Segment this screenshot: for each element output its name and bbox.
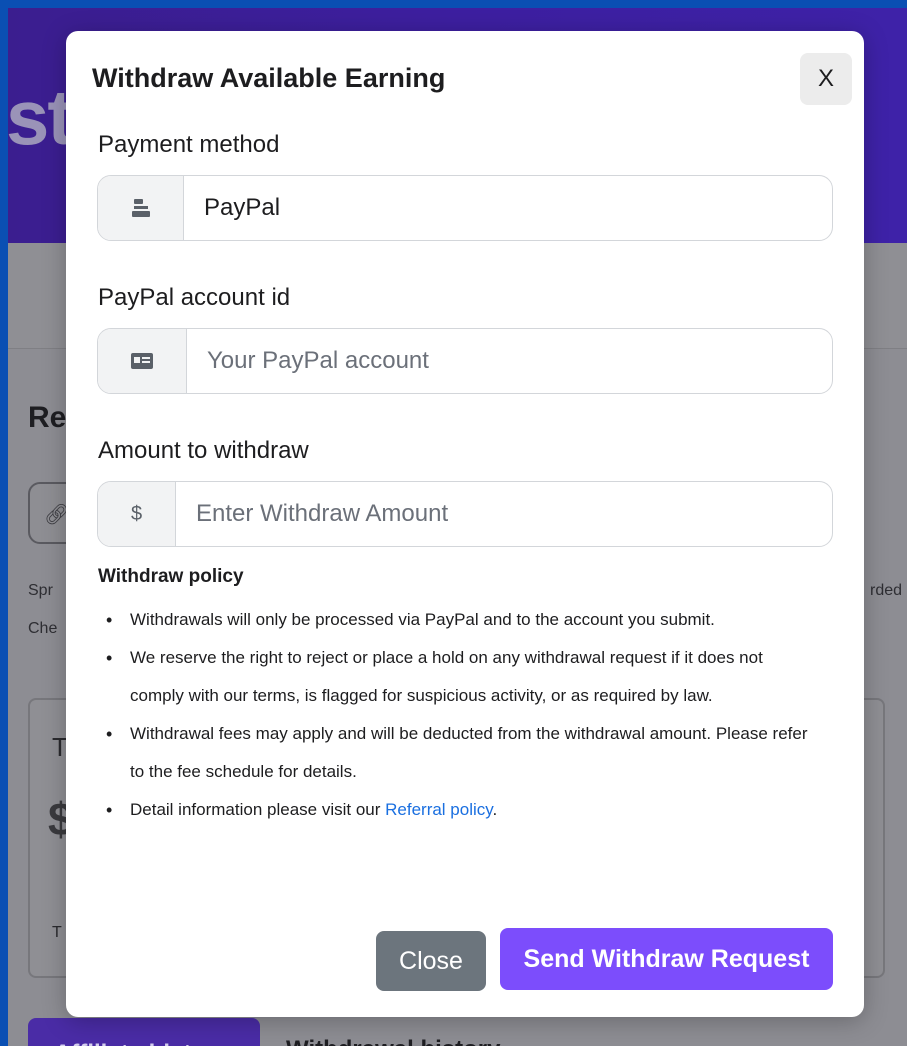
amount-group: $ xyxy=(97,481,833,547)
referral-policy-link[interactable]: Referral policy xyxy=(385,800,492,819)
withdraw-modal: Withdraw Available Earning X Payment met… xyxy=(66,31,864,1017)
paypal-account-label: PayPal account id xyxy=(98,284,291,311)
policy-item-suffix: . xyxy=(492,800,498,819)
id-card-icon xyxy=(98,329,187,393)
tab-affiliate-history[interactable]: Affiliate history xyxy=(28,1018,260,1046)
amount-input[interactable] xyxy=(176,482,832,546)
policy-item: We reserve the right to reject or place … xyxy=(98,639,818,715)
paypal-account-group xyxy=(97,328,833,394)
card-footnote: T xyxy=(52,924,62,941)
amount-label: Amount to withdraw xyxy=(98,437,309,464)
modal-title: Withdraw Available Earning xyxy=(92,63,446,93)
description-text: Spr xyxy=(28,582,53,599)
bank-icon xyxy=(98,176,184,240)
policy-item: Detail information please visit our Refe… xyxy=(98,791,818,829)
payment-method-label: Payment method xyxy=(98,131,280,158)
description-text: Che xyxy=(28,620,58,637)
hero-title: st xyxy=(8,73,73,161)
policy-item: Withdrawals will only be processed via P… xyxy=(98,601,818,639)
policy-list: Withdrawals will only be processed via P… xyxy=(98,601,818,829)
policy-item-text: Detail information please visit our xyxy=(130,800,386,819)
close-button[interactable]: Close xyxy=(376,931,486,991)
paypal-account-input[interactable] xyxy=(187,329,832,393)
policy-item: Withdrawal fees may apply and will be de… xyxy=(98,715,818,791)
modal-close-x-button[interactable]: X xyxy=(800,53,852,105)
send-withdraw-request-button[interactable]: Send Withdraw Request xyxy=(500,928,833,990)
policy-title: Withdraw policy xyxy=(98,566,244,587)
payment-method-value: PayPal xyxy=(204,194,281,221)
section-heading: Re xyxy=(28,401,67,434)
description-text: rded xyxy=(870,582,903,599)
tab-withdrawal-history[interactable]: Withdrawal history xyxy=(286,1036,500,1046)
dollar-icon: $ xyxy=(98,482,176,546)
payment-method-select[interactable]: PayPal xyxy=(97,175,833,241)
